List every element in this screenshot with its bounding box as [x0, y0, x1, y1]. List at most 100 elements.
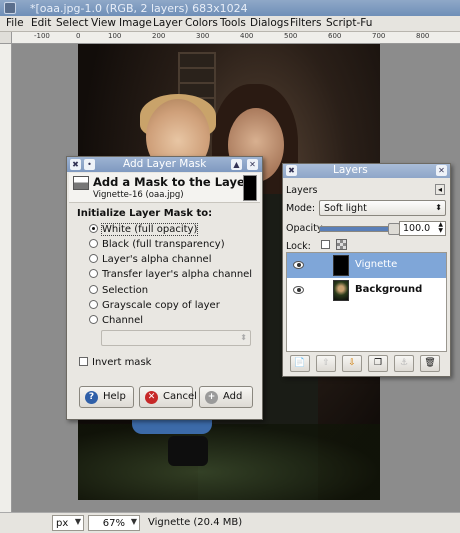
ruler-label: 100: [108, 32, 122, 40]
channel-select[interactable]: ⬍: [101, 330, 251, 346]
opacity-slider[interactable]: [319, 223, 400, 235]
radio-icon[interactable]: [89, 300, 98, 309]
photo-shoe: [168, 436, 208, 466]
menu-dialogs[interactable]: Dialogs: [250, 17, 289, 29]
option-black-full-transparency[interactable]: Black (full transparency): [89, 239, 225, 250]
help-icon: ?: [85, 391, 98, 404]
eye-icon[interactable]: [293, 286, 304, 294]
layers-panel-title: Layers: [333, 164, 368, 176]
layer-thumbnail: [333, 280, 349, 301]
menu-file[interactable]: File: [6, 17, 24, 29]
ruler-label: 400: [240, 32, 254, 40]
layers-tab-label[interactable]: Layers: [286, 185, 317, 196]
cancel-label: Cancel: [163, 391, 197, 402]
raise-layer-icon[interactable]: ⇧: [316, 355, 336, 372]
invert-mask-label: Invert mask: [92, 357, 152, 368]
layer-row-vignette[interactable]: Vignette: [287, 253, 446, 278]
menu-script-fu[interactable]: Script-Fu: [326, 17, 372, 29]
menu-image[interactable]: Image: [119, 17, 152, 29]
radio-icon[interactable]: [89, 254, 98, 263]
menu-layer[interactable]: Layer: [153, 17, 182, 29]
anchor-layer-icon[interactable]: ⚓: [394, 355, 414, 372]
layer-preview-thumbnail: [243, 175, 257, 201]
layer-row-background[interactable]: Background: [287, 278, 446, 303]
option-label: Layer's alpha channel: [102, 254, 212, 265]
menu-tools[interactable]: Tools: [220, 17, 246, 29]
eye-icon[interactable]: [293, 261, 304, 269]
cancel-icon: ✕: [145, 391, 158, 404]
layers-panel: ✖ Layers ✕ Layers ◂ Mode: Soft light ⬍ O…: [282, 163, 451, 377]
layer-name[interactable]: Vignette: [355, 259, 397, 270]
app-icon[interactable]: [4, 2, 16, 14]
spin-arrows-icon[interactable]: ▲ ▼: [438, 222, 443, 234]
invert-mask-checkbox[interactable]: Invert mask: [79, 357, 151, 368]
zoom-value: 67%: [102, 518, 125, 529]
opacity-value: 100.0: [403, 223, 431, 234]
ruler-corner[interactable]: [0, 32, 12, 44]
dialog-maximize-icon[interactable]: ▲: [231, 159, 242, 170]
add-label: Add: [223, 391, 243, 402]
radio-icon[interactable]: [89, 239, 98, 248]
option-label: Black (full transparency): [102, 239, 225, 250]
horizontal-ruler[interactable]: -100 0 100 200 300 400 500 600 700 800: [12, 32, 460, 44]
zoom-selector[interactable]: 67% ▼: [88, 515, 140, 531]
vertical-ruler[interactable]: [0, 44, 12, 512]
opacity-slider-fill: [320, 227, 392, 231]
ruler-label: 300: [196, 32, 210, 40]
help-button[interactable]: ? Help: [79, 386, 134, 408]
panel-menu-icon[interactable]: ✖: [286, 165, 297, 176]
dialog-subheading: Vignette-16 (oaa.jpg): [93, 190, 184, 200]
option-label: White (full opacity): [100, 223, 199, 236]
cancel-button[interactable]: ✕ Cancel: [139, 386, 197, 408]
unit-selector[interactable]: px ▼: [52, 515, 84, 531]
dialog-titlebar[interactable]: ✖ • Add Layer Mask ▲ ✕: [67, 157, 262, 172]
unit-value: px: [56, 518, 69, 529]
menu-select[interactable]: Select: [56, 17, 88, 29]
layer-name[interactable]: Background: [355, 284, 422, 295]
layers-list: Vignette Background: [286, 252, 447, 352]
checkbox-icon[interactable]: [79, 357, 88, 366]
option-channel[interactable]: Channel: [89, 315, 143, 326]
option-transfer-alpha[interactable]: Transfer layer's alpha channel: [89, 269, 252, 280]
radio-icon[interactable]: [89, 269, 98, 278]
option-grayscale-copy[interactable]: Grayscale copy of layer: [89, 300, 220, 311]
option-selection[interactable]: Selection: [89, 285, 148, 296]
dialog-menu-icon[interactable]: ✖: [70, 159, 81, 170]
dialog-pin-icon[interactable]: •: [84, 159, 95, 170]
lock-label: Lock:: [286, 241, 311, 252]
layer-mask-icon: [73, 176, 89, 190]
lower-layer-icon[interactable]: ⇩: [342, 355, 362, 372]
dialog-title: Add Layer Mask: [123, 158, 207, 170]
layers-titlebar[interactable]: ✖ Layers ✕: [283, 164, 450, 178]
lock-alpha-icon[interactable]: [336, 239, 347, 250]
mode-select[interactable]: Soft light ⬍: [319, 200, 446, 216]
radio-selected-icon[interactable]: [89, 224, 98, 233]
radio-icon[interactable]: [89, 315, 98, 324]
menu-colors[interactable]: Colors: [185, 17, 218, 29]
duplicate-layer-icon[interactable]: ❐: [368, 355, 388, 372]
radio-icon[interactable]: [89, 285, 98, 294]
menu-view[interactable]: View: [91, 17, 116, 29]
menu-filters[interactable]: Filters: [290, 17, 321, 29]
add-button[interactable]: + Add: [199, 386, 253, 408]
ruler-label: 200: [152, 32, 166, 40]
window-title: *[oaa.jpg-1.0 (RGB, 2 layers) 683x1024: [30, 2, 248, 15]
chevron-down-icon: ▼: [130, 517, 137, 526]
panel-close-icon[interactable]: ✕: [436, 165, 447, 176]
opacity-spinbox[interactable]: 100.0 ▲ ▼: [399, 221, 446, 236]
panel-options-icon[interactable]: ◂: [435, 184, 446, 195]
option-white-full-opacity[interactable]: White (full opacity): [89, 223, 199, 236]
delete-layer-icon[interactable]: 🗑: [420, 355, 440, 372]
statusbar: px ▼ 67% ▼ Vignette (20.4 MB): [0, 512, 460, 533]
status-text: Vignette (20.4 MB): [148, 517, 243, 528]
new-layer-icon[interactable]: 📄: [290, 355, 310, 372]
option-layer-alpha[interactable]: Layer's alpha channel: [89, 254, 212, 265]
option-label: Channel: [102, 315, 144, 326]
mode-value: Soft light: [324, 203, 367, 214]
lock-pixels-checkbox[interactable]: [321, 240, 330, 249]
dialog-heading: Add a Mask to the Layer: [93, 175, 251, 189]
option-label: Transfer layer's alpha channel: [102, 269, 253, 280]
menu-edit[interactable]: Edit: [31, 17, 51, 29]
dialog-close-icon[interactable]: ✕: [247, 159, 258, 170]
ruler-label: 600: [328, 32, 342, 40]
